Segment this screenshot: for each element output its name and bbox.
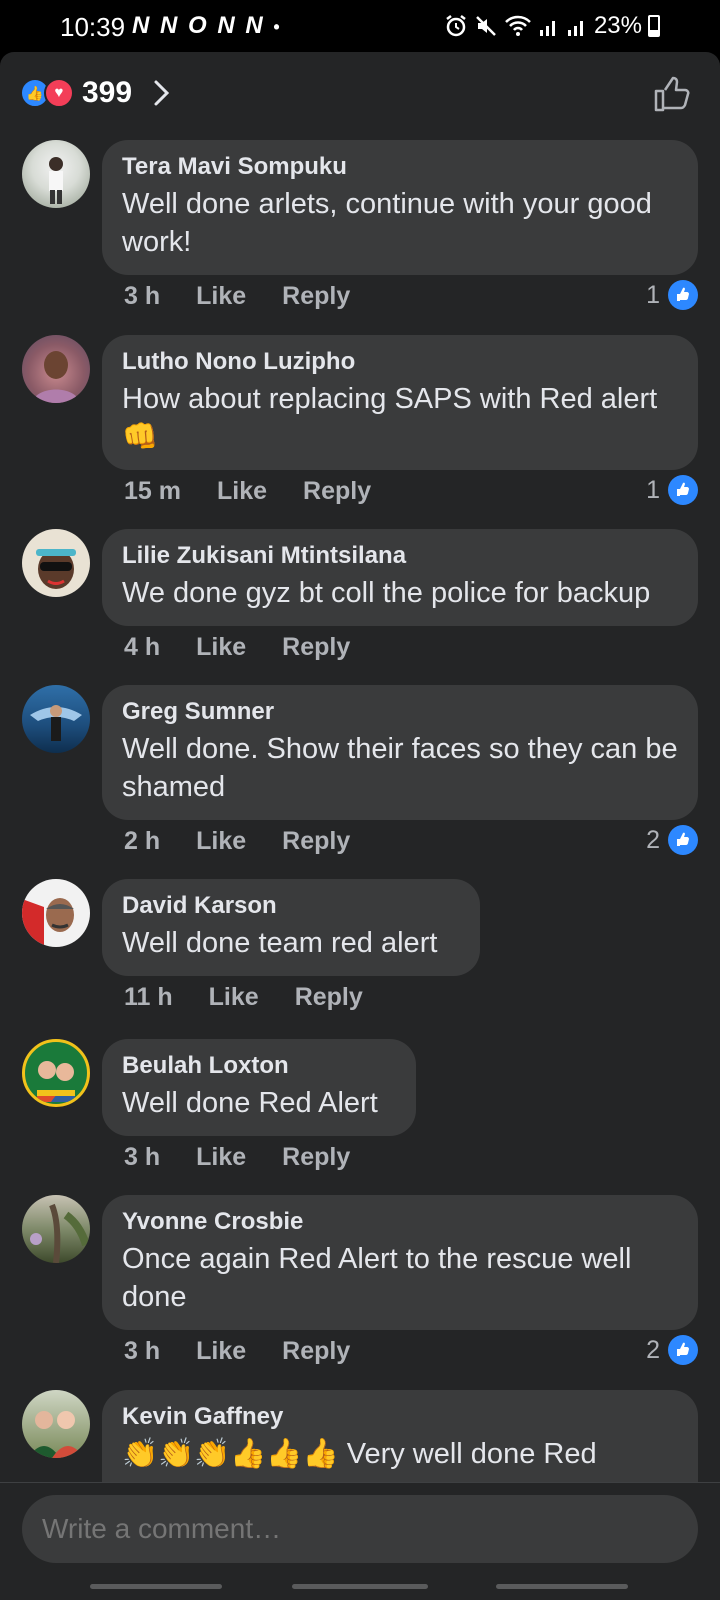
- comment-text: Well done team red alert: [122, 927, 438, 959]
- comment-time: 4 h: [124, 633, 161, 661]
- avatar[interactable]: [22, 335, 90, 403]
- carrier-icons: N N O N N: [132, 12, 265, 39]
- signal-icon: [539, 21, 555, 36]
- reply-button[interactable]: Reply: [282, 633, 350, 662]
- mute-icon: [476, 16, 496, 36]
- comment-likes[interactable]: 1: [646, 280, 698, 310]
- comments-sheet: 👍 ♥ 399 Tera Mavi Sompuku Well done arle…: [0, 52, 720, 1600]
- comment-actions: 15 m Like Reply: [124, 477, 371, 506]
- comment-likes[interactable]: 1: [646, 475, 698, 505]
- like-button[interactable]: Like: [196, 1143, 246, 1172]
- comment-like-count: 2: [646, 1335, 660, 1364]
- comment-bubble[interactable]: Greg Sumner Well done. Show their faces …: [102, 685, 698, 820]
- comment-author[interactable]: Tera Mavi Sompuku: [122, 153, 678, 181]
- like-badge-icon: [668, 825, 698, 855]
- love-reaction-icon: ♥: [44, 78, 74, 108]
- nav-back-handle[interactable]: [90, 1584, 222, 1589]
- comment-author[interactable]: Beulah Loxton: [122, 1052, 396, 1080]
- nav-recents-handle[interactable]: [496, 1584, 628, 1589]
- like-badge-icon: [668, 1335, 698, 1365]
- like-button[interactable]: Like: [209, 983, 259, 1012]
- alarm-icon: [446, 15, 466, 37]
- comment-author[interactable]: Greg Sumner: [122, 698, 678, 726]
- comment-text: 👏👏👏👍👍👍 Very well done Red: [122, 1438, 597, 1470]
- like-button[interactable]: Like: [217, 477, 267, 506]
- comment-bubble[interactable]: Tera Mavi Sompuku Well done arlets, cont…: [102, 140, 698, 275]
- comment-likes[interactable]: 2: [646, 1335, 698, 1365]
- comment-author[interactable]: Lilie Zukisani Mtintsilana: [122, 542, 678, 570]
- comment-time: 11 h: [124, 983, 173, 1011]
- wifi-icon: [505, 15, 531, 36]
- avatar[interactable]: [22, 529, 90, 597]
- status-bar: 10:39 N N O N N • 23%: [0, 0, 720, 52]
- comment-bubble[interactable]: Lutho Nono Luzipho How about replacing S…: [102, 335, 698, 470]
- battery-icon: [648, 15, 660, 37]
- comment-author[interactable]: Kevin Gaffney: [122, 1403, 678, 1431]
- status-right: 23%: [444, 12, 660, 40]
- reaction-count[interactable]: 399: [82, 76, 132, 110]
- reply-button[interactable]: Reply: [303, 477, 371, 506]
- comment-author[interactable]: Lutho Nono Luzipho: [122, 348, 678, 376]
- comment-bubble[interactable]: David Karson Well done team red alert: [102, 879, 480, 976]
- reply-button[interactable]: Reply: [295, 983, 363, 1012]
- like-button[interactable]: Like: [196, 282, 246, 311]
- status-carriers: N N O N N •: [132, 12, 282, 40]
- nav-home-handle[interactable]: [292, 1584, 428, 1589]
- chevron-right-icon[interactable]: [150, 76, 174, 110]
- comment-like-count: 1: [646, 475, 660, 504]
- comment-actions: 3 h Like Reply: [124, 282, 350, 311]
- battery-percent: 23%: [593, 12, 642, 39]
- comment-actions: 11 h Like Reply: [124, 983, 363, 1012]
- comment-like-count: 2: [646, 825, 660, 854]
- comment-time: 3 h: [124, 1337, 161, 1365]
- comment-bubble[interactable]: Yvonne Crosbie Once again Red Alert to t…: [102, 1195, 698, 1330]
- status-time: 10:39: [60, 12, 126, 42]
- like-icon[interactable]: [652, 74, 692, 114]
- like-badge-icon: [668, 475, 698, 505]
- comment-input[interactable]: [22, 1495, 698, 1563]
- comment-actions: 3 h Like Reply: [124, 1337, 350, 1366]
- comment-author[interactable]: David Karson: [122, 892, 460, 920]
- avatar[interactable]: [22, 1195, 90, 1263]
- comment-text: How about replacing SAPS with Red alert👊: [122, 383, 658, 453]
- avatar[interactable]: [22, 1390, 90, 1458]
- reply-button[interactable]: Reply: [282, 282, 350, 311]
- comment-likes[interactable]: 2: [646, 825, 698, 855]
- comment-text: Well done. Show their faces so they can …: [122, 733, 678, 803]
- comment-author[interactable]: Yvonne Crosbie: [122, 1208, 678, 1236]
- comment-bubble[interactable]: Lilie Zukisani Mtintsilana We done gyz b…: [102, 529, 698, 626]
- signal-icon-2: [567, 21, 583, 36]
- comment-text: Well done arlets, continue with your goo…: [122, 188, 652, 258]
- avatar[interactable]: [22, 685, 90, 753]
- comment-text: Well done Red Alert: [122, 1087, 378, 1119]
- comment-text: We done gyz bt coll the police for backu…: [122, 577, 651, 609]
- reply-button[interactable]: Reply: [282, 827, 350, 856]
- comment-actions: 4 h Like Reply: [124, 633, 350, 662]
- reply-button[interactable]: Reply: [282, 1337, 350, 1366]
- comment-bubble[interactable]: Beulah Loxton Well done Red Alert: [102, 1039, 416, 1136]
- reactions-header[interactable]: 👍 ♥ 399: [0, 52, 720, 132]
- comment-time: 2 h: [124, 827, 161, 855]
- comment-like-count: 1: [646, 280, 660, 309]
- comment-time: 3 h: [124, 282, 161, 310]
- comment-time: 15 m: [124, 477, 181, 505]
- avatar[interactable]: [22, 140, 90, 208]
- comment-time: 3 h: [124, 1143, 161, 1171]
- like-badge-icon: [668, 280, 698, 310]
- like-button[interactable]: Like: [196, 827, 246, 856]
- comment-actions: 2 h Like Reply: [124, 827, 350, 856]
- avatar[interactable]: [22, 879, 90, 947]
- comment-actions: 3 h Like Reply: [124, 1143, 350, 1172]
- like-button[interactable]: Like: [196, 1337, 246, 1366]
- like-button[interactable]: Like: [196, 633, 246, 662]
- status-dot: •: [273, 17, 282, 37]
- reply-button[interactable]: Reply: [282, 1143, 350, 1172]
- comment-text: Once again Red Alert to the rescue well …: [122, 1243, 632, 1313]
- comment-composer: [0, 1482, 720, 1600]
- reaction-icons: 👍 ♥: [20, 78, 76, 108]
- avatar[interactable]: [22, 1039, 90, 1107]
